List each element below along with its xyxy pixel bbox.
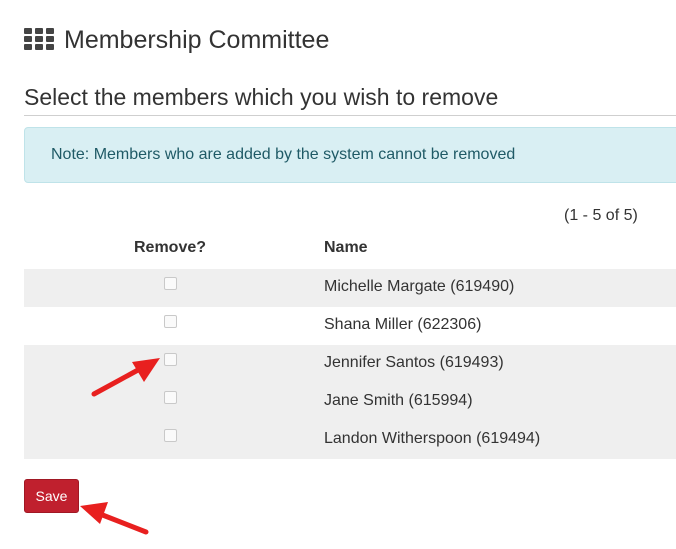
grid-icon	[24, 28, 54, 52]
save-button[interactable]: Save	[24, 479, 79, 513]
remove-checkbox[interactable]	[164, 353, 177, 366]
annotation-arrow-icon	[80, 502, 149, 535]
member-name: Jane Smith (615994)	[324, 392, 473, 409]
pagination-count: (1 - 5 of 5)	[564, 207, 638, 224]
table-row: Shana Miller (622306)	[24, 307, 676, 345]
page-title: Membership Committee	[64, 25, 330, 54]
page-header: Membership Committee	[24, 24, 329, 56]
member-name: Jennifer Santos (619493)	[324, 354, 504, 371]
table-row: Michelle Margate (619490)	[24, 269, 676, 307]
table-row: Jane Smith (615994)	[24, 383, 676, 421]
member-name: Landon Witherspoon (619494)	[324, 430, 541, 447]
remove-checkbox[interactable]	[164, 315, 177, 328]
remove-checkbox[interactable]	[164, 391, 177, 404]
table-row: Jennifer Santos (619493)	[24, 345, 676, 383]
member-name: Shana Miller (622306)	[324, 316, 482, 333]
column-header-remove: Remove?	[134, 239, 207, 256]
info-note-text: Note: Members who are added by the syste…	[51, 146, 516, 163]
info-note: Note: Members who are added by the syste…	[24, 127, 676, 183]
section-heading: Select the members which you wish to rem…	[24, 84, 499, 110]
column-header-name: Name	[324, 239, 368, 256]
remove-checkbox[interactable]	[164, 429, 177, 442]
table-row: Landon Witherspoon (619494)	[24, 421, 676, 459]
member-name: Michelle Margate (619490)	[324, 278, 515, 295]
remove-checkbox[interactable]	[164, 277, 177, 290]
divider	[24, 115, 676, 116]
